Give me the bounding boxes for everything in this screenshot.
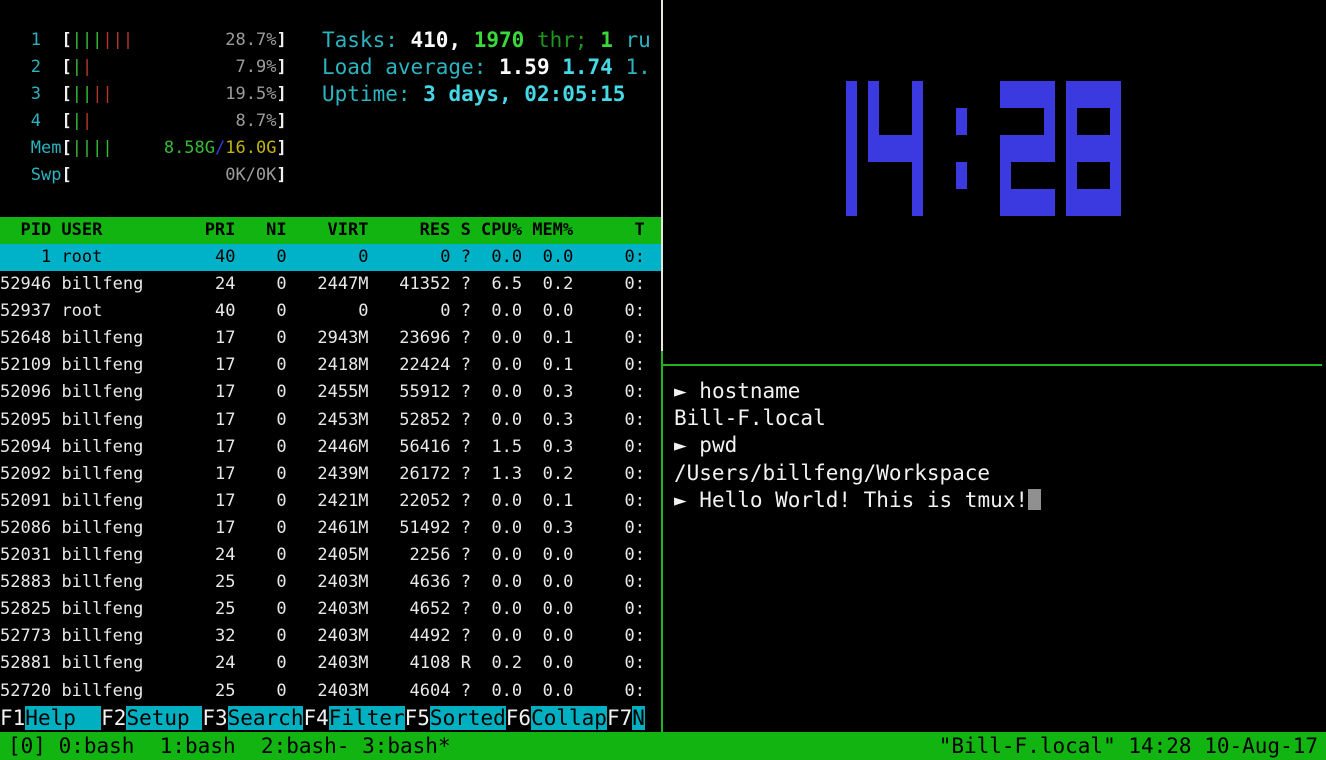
terminal-line: /Users/billfeng/Workspace — [674, 460, 1041, 487]
cpu-meter-1: 1 [|||||| 28.7%] — [0, 27, 287, 54]
load-average-line: Load average: 1.59 1.74 1. — [322, 54, 651, 81]
session-name[interactable]: [0] — [8, 734, 59, 758]
tmux-status-bar: [0] 0:bash 1:bash 2:bash- 3:bash* "Bill-… — [0, 732, 1326, 760]
terminal-line: ► pwd — [674, 432, 1041, 459]
htop-function-key-bar: F1Help F2Setup F3SearchF4FilterF5SortedF… — [0, 705, 661, 732]
process-row[interactable]: 52031 billfeng 24 0 2405M 2256 ? 0.0 0.0… — [0, 542, 661, 569]
uptime-line: Uptime: 3 days, 02:05:15 — [322, 81, 651, 108]
process-row[interactable]: 52648 billfeng 17 0 2943M 23696 ? 0.0 0.… — [0, 325, 661, 352]
process-row[interactable]: 52095 billfeng 17 0 2453M 52852 ? 0.0 0.… — [0, 407, 661, 434]
cpu-meter-3: 3 [|||| 19.5%] — [0, 81, 287, 108]
process-row[interactable]: 52096 billfeng 17 0 2455M 55912 ? 0.0 0.… — [0, 379, 661, 406]
process-row[interactable]: 52091 billfeng 17 0 2421M 22052 ? 0.0 0.… — [0, 488, 661, 515]
pane-clock[interactable] — [663, 0, 1326, 364]
process-row[interactable]: 52825 billfeng 25 0 2403M 4652 ? 0.0 0.0… — [0, 596, 661, 623]
process-row[interactable]: 52109 billfeng 17 0 2418M 22424 ? 0.0 0.… — [0, 352, 661, 379]
window-tab-1[interactable]: 1:bash — [160, 734, 249, 758]
process-row[interactable]: 52883 billfeng 25 0 2403M 4636 ? 0.0 0.0… — [0, 569, 661, 596]
process-row[interactable]: 52092 billfeng 17 0 2439M 26172 ? 1.3 0.… — [0, 461, 661, 488]
process-row[interactable]: 52937 root 40 0 0 0 ? 0.0 0.0 0: — [0, 298, 661, 325]
terminal-line: ► Hello World! This is tmux! — [674, 487, 1041, 514]
window-tab-2[interactable]: 2:bash- — [261, 734, 350, 758]
terminal-line: ► hostname — [674, 378, 1041, 405]
window-tab-3[interactable]: 3:bash* — [362, 734, 451, 758]
prompt-arrow-icon: ► — [674, 379, 699, 403]
pane-htop[interactable]: 1 [|||||| 28.7%] 2 [|| 7.9%] 3 [|||| 19.… — [0, 0, 661, 732]
cpu-meter-4: 4 [|| 8.7%] — [0, 108, 287, 135]
fkey-f3[interactable]: F3Search — [202, 706, 303, 730]
htop-info: Tasks: 410, 1970 thr; 1 ruLoad average: … — [322, 27, 651, 108]
text-cursor — [1028, 489, 1041, 510]
fkey-f6[interactable]: F6Collap — [506, 706, 607, 730]
fkey-f4[interactable]: F4Filter — [303, 706, 404, 730]
terminal-line: Bill-F.local — [674, 405, 1041, 432]
mem-meter: Mem[|||| 8.58G/16.0G] — [0, 135, 287, 162]
swap-meter: Swp[ 0K/0K] — [0, 162, 287, 189]
tasks-line: Tasks: 410, 1970 thr; 1 ru — [322, 27, 651, 54]
process-row[interactable]: 52946 billfeng 24 0 2447M 41352 ? 6.5 0.… — [0, 271, 661, 298]
process-table-header[interactable]: PID USER PRI NI VIRT RES S CPU% MEM% T — [0, 217, 661, 244]
prompt-arrow-icon: ► — [674, 433, 699, 457]
cpu-meter-2: 2 [|| 7.9%] — [0, 54, 287, 81]
fkey-f7[interactable]: F7N — [607, 706, 645, 730]
tmux-screen: 1 [|||||| 28.7%] 2 [|| 7.9%] 3 [|||| 19.… — [0, 0, 1326, 760]
process-row[interactable]: 52881 billfeng 24 0 2403M 4108 R 0.2 0.0… — [0, 650, 661, 677]
process-row[interactable]: 52094 billfeng 17 0 2446M 56416 ? 1.5 0.… — [0, 434, 661, 461]
fkey-f1[interactable]: F1Help — [0, 706, 101, 730]
prompt-arrow-icon: ► — [674, 488, 699, 512]
terminal-output: ► hostnameBill-F.local► pwd/Users/billfe… — [674, 378, 1041, 514]
process-row[interactable]: 52720 billfeng 25 0 2403M 4604 ? 0.0 0.0… — [0, 678, 661, 705]
window-list: [0] 0:bash 1:bash 2:bash- 3:bash* — [8, 732, 451, 760]
status-right-clock: "Bill-F.local" 14:28 10-Aug-17 — [939, 732, 1318, 760]
htop-meters: 1 [|||||| 28.7%] 2 [|| 7.9%] 3 [|||| 19.… — [0, 27, 287, 190]
process-table: 1 root 40 0 0 0 ? 0.0 0.0 0:52946 billfe… — [0, 244, 661, 705]
clock-display — [802, 81, 1132, 216]
window-tab-0[interactable]: 0:bash — [59, 734, 148, 758]
pane-terminal[interactable]: ► hostnameBill-F.local► pwd/Users/billfe… — [663, 366, 1326, 732]
fkey-f5[interactable]: F5Sorted — [405, 706, 506, 730]
process-row[interactable]: 52773 billfeng 32 0 2403M 4492 ? 0.0 0.0… — [0, 623, 661, 650]
process-row[interactable]: 1 root 40 0 0 0 ? 0.0 0.0 0: — [0, 244, 661, 271]
process-row[interactable]: 52086 billfeng 17 0 2461M 51492 ? 0.0 0.… — [0, 515, 661, 542]
fkey-f2[interactable]: F2Setup — [101, 706, 202, 730]
